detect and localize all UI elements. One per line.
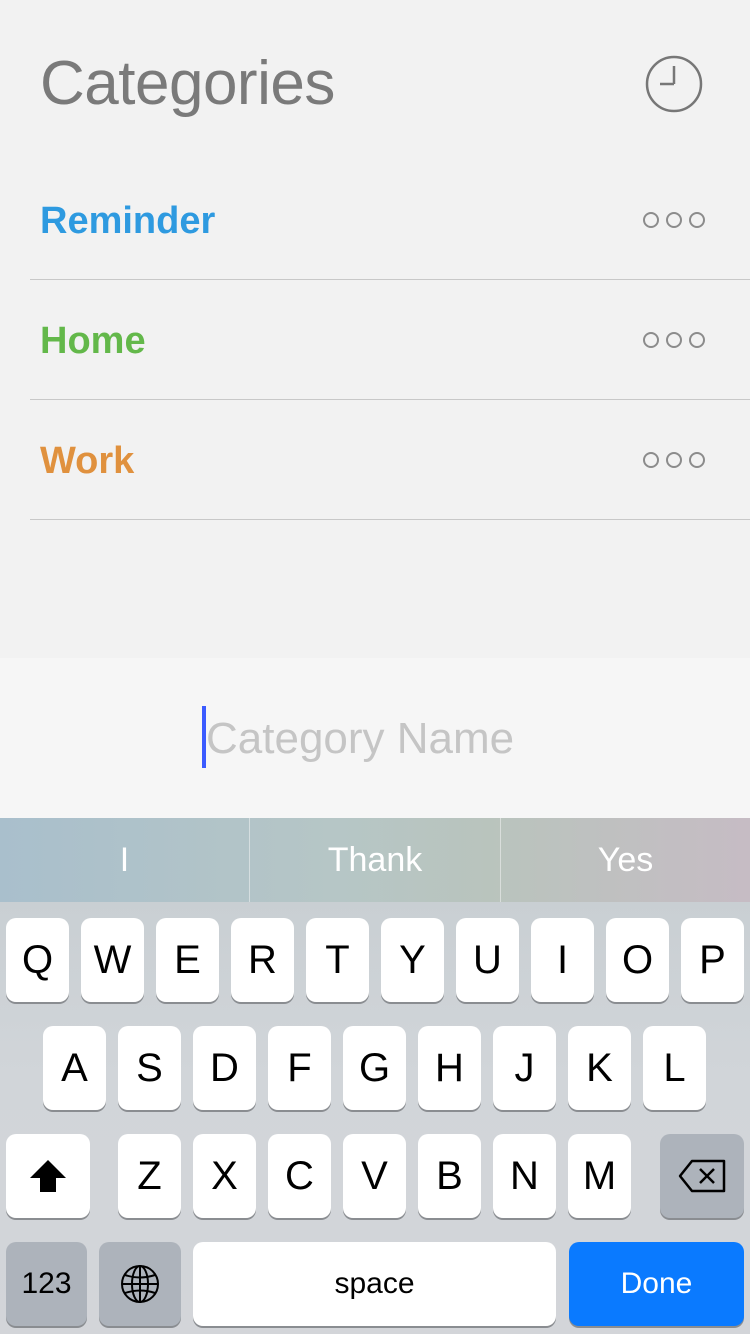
key-y[interactable]: Y [381,918,444,1002]
done-button[interactable]: Done [569,1242,744,1326]
numbers-key[interactable]: 123 [6,1242,87,1326]
suggestion-3[interactable]: Yes [501,818,750,902]
globe-icon [121,1265,159,1303]
key-p[interactable]: P [681,918,744,1002]
category-name-input[interactable] [206,708,606,770]
key-v[interactable]: V [343,1134,406,1218]
keyboard: Q W E R T Y U I O P A S D F G H J K L Z … [0,902,750,1334]
key-m[interactable]: M [568,1134,631,1218]
key-o[interactable]: O [606,918,669,1002]
shift-arrow-icon [30,1160,66,1192]
header: Categories [0,0,750,160]
list-item[interactable]: Work [30,400,750,520]
globe-key[interactable] [99,1242,181,1326]
key-u[interactable]: U [456,918,519,1002]
more-dots-icon[interactable] [642,450,706,470]
suggestion-1[interactable]: I [0,818,249,902]
list-item[interactable]: Home [30,280,750,400]
category-label: Reminder [40,200,216,242]
key-l[interactable]: L [643,1026,706,1110]
key-d[interactable]: D [193,1026,256,1110]
key-f[interactable]: F [268,1026,331,1110]
clock-icon[interactable] [644,54,704,114]
key-g[interactable]: G [343,1026,406,1110]
key-c[interactable]: C [268,1134,331,1218]
space-key[interactable]: space [193,1242,556,1326]
delete-key[interactable] [660,1134,744,1218]
key-n[interactable]: N [493,1134,556,1218]
key-t[interactable]: T [306,918,369,1002]
more-dots-icon[interactable] [642,210,706,230]
key-r[interactable]: R [231,918,294,1002]
key-i[interactable]: I [531,918,594,1002]
key-k[interactable]: K [568,1026,631,1110]
suggestion-2[interactable]: Thank [250,818,500,902]
key-w[interactable]: W [81,918,144,1002]
shift-key[interactable] [6,1134,90,1218]
key-s[interactable]: S [118,1026,181,1110]
page-title: Categories [40,49,335,118]
key-e[interactable]: E [156,918,219,1002]
key-z[interactable]: Z [118,1134,181,1218]
key-x[interactable]: X [193,1134,256,1218]
key-b[interactable]: B [418,1134,481,1218]
backspace-icon [678,1159,726,1193]
key-a[interactable]: A [43,1026,106,1110]
key-j[interactable]: J [493,1026,556,1110]
key-h[interactable]: H [418,1026,481,1110]
key-q[interactable]: Q [6,918,69,1002]
list-item[interactable]: Reminder [30,160,750,280]
category-label: Home [40,320,146,362]
category-label: Work [40,440,135,482]
more-dots-icon[interactable] [642,330,706,350]
category-list: Reminder Home Work [0,160,750,520]
predictive-bar: I Thank Yes [0,818,750,902]
